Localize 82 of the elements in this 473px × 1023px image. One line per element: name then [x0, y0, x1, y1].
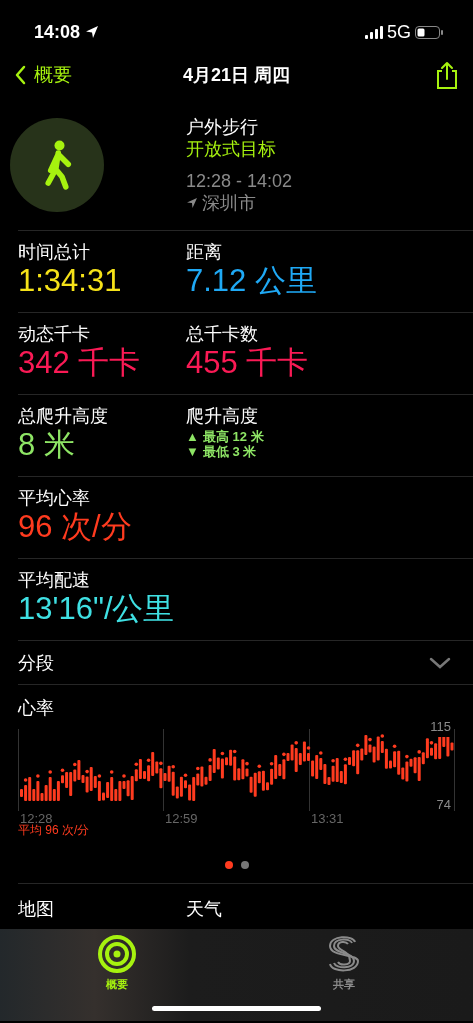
heart-rate-dot [146, 758, 151, 762]
heart-rate-dot [220, 751, 225, 756]
s-symbol-icon [326, 935, 362, 973]
down-triangle-icon: ▼ [186, 444, 199, 459]
heart-rate-dot [319, 751, 323, 755]
heart-rate-dot [60, 768, 65, 772]
heart-rate-dot [232, 749, 237, 754]
heart-rate-dot [171, 765, 175, 769]
metric-value: 13'16"/公里 [18, 591, 176, 627]
page-title: 4月21日 周四 [183, 63, 290, 87]
heart-rate-dot [97, 774, 102, 778]
status-time: 14:08 [34, 20, 81, 44]
tab-bar-item[interactable]: 共享 [326, 935, 362, 993]
heart-rate-dot [245, 761, 249, 766]
metric-value: 342 千卡 [18, 345, 142, 381]
axis-label: 74 [436, 796, 451, 814]
metric-label: 总爬升高度 [18, 405, 109, 427]
workout-goal: 开放式目标 [186, 138, 277, 160]
heart-rate-dot [183, 773, 188, 778]
location-arrow-icon [186, 197, 198, 209]
metric-value: 455 千卡 [186, 345, 310, 381]
heart-rate-dot [196, 766, 200, 771]
heart-rate-dot [417, 750, 421, 754]
heart-rate-dot [429, 741, 434, 745]
heart-rate-dot [73, 762, 77, 767]
time-range: 12:28 - 14:02 [186, 170, 293, 192]
heart-rate-dot [343, 757, 348, 761]
section-title: 天气 [186, 898, 223, 921]
rings-icon [98, 935, 136, 973]
metric-label: 距离 [186, 241, 223, 263]
axis-label: 13:31 [311, 810, 344, 828]
heart-rate-dot [392, 744, 397, 749]
heart-rate-dot [331, 758, 335, 763]
up-triangle-icon: ▲ [186, 429, 199, 444]
location-arrow-icon [84, 24, 101, 40]
splits-row[interactable]: 分段 [18, 640, 473, 684]
signal-icon [365, 25, 383, 39]
heart-rate-dot [208, 758, 212, 762]
heart-rate-dot [294, 741, 298, 745]
network-label: 5G [387, 20, 411, 44]
share-icon[interactable] [435, 61, 459, 89]
metric-label: 爬升高度 [186, 405, 259, 427]
elevation-value: 最低 3 米 [202, 444, 257, 459]
heart-rate-dot [36, 774, 40, 778]
heart-rate-dot [109, 770, 114, 774]
metric-label: 平均心率 [18, 487, 91, 509]
metric-label: 总千卡数 [186, 323, 259, 345]
heart-rate-dot [134, 762, 139, 766]
metric-label: 时间总计 [18, 241, 91, 263]
heart-rate-dot [48, 770, 52, 774]
heart-rate-dot [122, 774, 126, 778]
heart-rate-dot [269, 761, 274, 766]
tab-bar-item[interactable]: 概要 [98, 935, 136, 993]
heart-rate-dot [23, 778, 28, 782]
heart-rate-dot [355, 743, 360, 748]
elevation-value: 最高 12 米 [202, 429, 264, 444]
heart-rate-dot [282, 752, 286, 757]
heart-rate-dot [380, 734, 385, 738]
section-title: 地图 [18, 898, 55, 921]
page-dot[interactable] [240, 861, 249, 869]
metric-label: 动态千卡 [18, 323, 91, 345]
average-heart-rate: 平均 96 次/分 [18, 823, 91, 839]
axis-label: 12:59 [165, 810, 198, 828]
heart-rate-dot [368, 737, 372, 742]
heart-rate-dot [159, 761, 163, 766]
metric-value: 96 次/分 [18, 509, 133, 545]
chevron-left-icon [14, 65, 26, 85]
chart-title: 心率 [18, 697, 55, 719]
heart-rate-dot [85, 769, 89, 774]
heart-rate-dot [405, 754, 409, 759]
heart-rate-dot [306, 746, 311, 750]
page-dot[interactable] [224, 861, 233, 869]
heart-rate-dot [257, 764, 262, 768]
back-button[interactable]: 概要 [14, 60, 72, 90]
metric-value: 8 米 [18, 427, 76, 463]
axis-label: 12:28 [20, 810, 53, 826]
metric-label: 平均配速 [18, 569, 91, 591]
location-text: 深圳市 [202, 192, 256, 214]
workout-type: 户外步行 [186, 116, 259, 138]
battery-icon [415, 25, 443, 39]
metric-value: 7.12 公里 [186, 263, 318, 299]
metric-value: 1:34:31 [18, 263, 123, 299]
